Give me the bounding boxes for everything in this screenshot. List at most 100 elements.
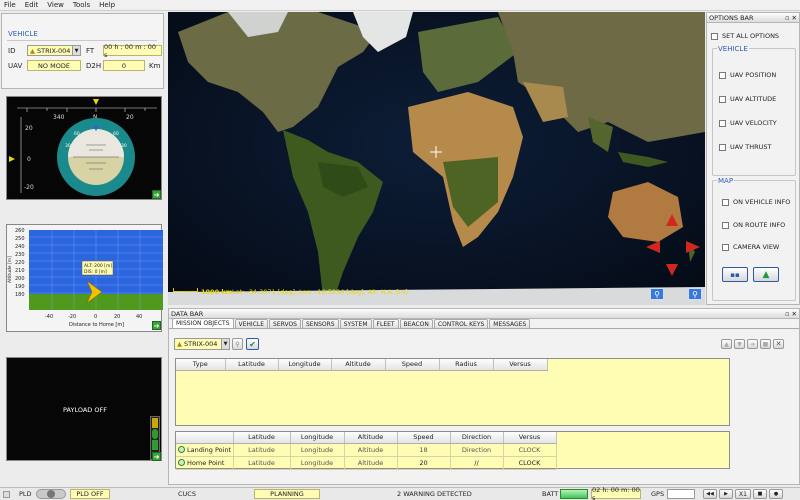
menu-help[interactable]: Help bbox=[99, 1, 115, 9]
column-header: Longitude bbox=[278, 359, 332, 371]
mission-vehicle-select[interactable]: ▲ STRIX-004 ▼ bbox=[174, 338, 230, 350]
table-row[interactable]: Landing Point Latitude Longitude Altitud… bbox=[176, 443, 729, 457]
vehicle-panel-title: VEHICLE bbox=[8, 30, 38, 38]
table-cell[interactable]: 20 bbox=[397, 456, 451, 470]
checkbox[interactable] bbox=[719, 119, 726, 127]
point-name: Landing Point bbox=[187, 445, 232, 454]
tab-fleet[interactable]: FLEET bbox=[372, 319, 399, 328]
table-cell[interactable]: CLOCK bbox=[503, 456, 557, 470]
tab-beacon[interactable]: BEACON bbox=[399, 319, 433, 328]
table-cell[interactable]: Longitude bbox=[290, 443, 345, 457]
menu-view[interactable]: View bbox=[47, 1, 64, 9]
pan-down-icon[interactable] bbox=[666, 264, 678, 276]
gps-label: GPS bbox=[651, 490, 665, 498]
tab-vehicle[interactable]: VEHICLE bbox=[234, 319, 269, 328]
option-label: UAV POSITION bbox=[730, 71, 777, 79]
close-icon[interactable]: ▫ ✕ bbox=[785, 14, 797, 22]
tab-system[interactable]: SYSTEM bbox=[339, 319, 372, 328]
delete-icon[interactable]: ■ bbox=[760, 339, 771, 349]
menu-edit[interactable]: Edit bbox=[25, 1, 39, 9]
speed-multiplier-button[interactable]: X1 bbox=[735, 489, 751, 499]
svg-text:60: 60 bbox=[74, 131, 80, 137]
payload-view: PAYLOAD OFF ➜ bbox=[6, 357, 162, 461]
data-bar-titlebar: DATA BAR ▫ ✕ bbox=[169, 309, 799, 319]
y-tick: 210 bbox=[15, 268, 25, 274]
move-up-icon[interactable]: ▲ bbox=[721, 339, 732, 349]
set-all-checkbox[interactable] bbox=[711, 32, 718, 40]
lock-icon: ⚲ bbox=[235, 340, 240, 348]
payload-ctrl-button[interactable] bbox=[152, 429, 158, 439]
checkbox[interactable] bbox=[719, 95, 726, 103]
menu-file[interactable]: File bbox=[4, 1, 16, 9]
tab-messages[interactable]: MESSAGES bbox=[489, 319, 531, 328]
payload-ctrl-button[interactable] bbox=[152, 440, 158, 450]
table-cell[interactable]: Latitude bbox=[233, 456, 291, 470]
option-on-vehicle-info[interactable]: ON VEHICLE INFO bbox=[722, 198, 790, 206]
table-cell[interactable]: Longitude bbox=[290, 456, 345, 470]
tab-sensors[interactable]: SENSORS bbox=[302, 319, 339, 328]
column-header: Longitude bbox=[290, 432, 345, 444]
record-icon[interactable]: ● bbox=[769, 489, 783, 499]
checkbox[interactable] bbox=[722, 243, 729, 251]
pld-toggle[interactable] bbox=[36, 489, 66, 499]
rewind-icon[interactable]: ◀◀ bbox=[703, 489, 717, 499]
tab-servos[interactable]: SERVOS bbox=[269, 319, 301, 328]
table-cell[interactable]: Altitude bbox=[344, 456, 398, 470]
warnings-label[interactable]: 2 WARNING DETECTED bbox=[397, 490, 472, 498]
chevron-down-icon: ▼ bbox=[72, 46, 80, 55]
x-tick: 20 bbox=[114, 314, 120, 320]
option-uav-position[interactable]: UAV POSITION bbox=[719, 71, 776, 79]
fit-view-button[interactable]: ▪▪ bbox=[722, 267, 748, 282]
column-header: Altitude bbox=[331, 359, 386, 371]
option-uav-altitude[interactable]: UAV ALTITUDE bbox=[719, 95, 776, 103]
checkbox[interactable] bbox=[722, 198, 729, 206]
clear-icon[interactable]: ✕ bbox=[773, 339, 784, 349]
table-cell[interactable]: Direction bbox=[450, 443, 504, 457]
table-row[interactable]: Home Point Latitude Longitude Altitude 2… bbox=[176, 456, 729, 470]
pan-left-icon[interactable] bbox=[646, 241, 660, 253]
map-group-title: MAP bbox=[717, 177, 735, 185]
zoom-icon[interactable]: ⚲ bbox=[688, 288, 702, 300]
expand-arrow-icon[interactable]: ➜ bbox=[152, 452, 161, 461]
expand-arrow-icon[interactable]: ➜ bbox=[152, 321, 161, 330]
move-down-icon[interactable]: ▼ bbox=[734, 339, 745, 349]
checkbox[interactable] bbox=[722, 221, 729, 229]
table-cell[interactable]: Latitude bbox=[233, 443, 291, 457]
table-cell[interactable]: 18 bbox=[397, 443, 451, 457]
checkbox[interactable] bbox=[719, 71, 726, 79]
payload-status: PAYLOAD OFF bbox=[63, 406, 107, 414]
x-tick: 0 bbox=[94, 314, 97, 320]
checkbox[interactable] bbox=[719, 143, 726, 151]
center-vehicle-button[interactable]: ▲ bbox=[753, 267, 779, 282]
table-header-row: Type Latitude Longitude Altitude Speed R… bbox=[176, 359, 729, 371]
stop-icon[interactable]: ■ bbox=[753, 489, 767, 499]
tab-mission-objects[interactable]: MISSION OBJECTS bbox=[172, 318, 234, 328]
confirm-button[interactable]: ✔ bbox=[246, 338, 259, 350]
insert-icon[interactable]: ➜ bbox=[747, 339, 758, 349]
option-uav-thrust[interactable]: UAV THRUST bbox=[719, 143, 772, 151]
point-name-cell: Landing Point bbox=[176, 443, 234, 457]
option-camera-view[interactable]: CAMERA VIEW bbox=[722, 243, 779, 251]
option-uav-velocity[interactable]: UAV VELOCITY bbox=[719, 119, 777, 127]
close-icon[interactable]: ▫ ✕ bbox=[785, 310, 797, 318]
play-icon[interactable]: ▶ bbox=[719, 489, 733, 499]
column-header: Type bbox=[176, 359, 226, 371]
table-cell[interactable]: Altitude bbox=[344, 443, 398, 457]
zoom-icon[interactable]: ⚲ bbox=[650, 288, 664, 300]
pan-up-icon[interactable] bbox=[666, 214, 678, 226]
pan-right-icon[interactable] bbox=[686, 241, 700, 253]
payload-ctrl-button[interactable] bbox=[152, 418, 158, 428]
lock-button[interactable]: ⚲ bbox=[232, 338, 243, 350]
set-all-options[interactable]: SET ALL OPTIONS bbox=[711, 32, 779, 40]
expand-arrow-icon[interactable]: ➜ bbox=[152, 190, 161, 199]
table-cell[interactable]: // bbox=[450, 456, 504, 470]
menu-tools[interactable]: Tools bbox=[73, 1, 90, 9]
battery-bar bbox=[560, 489, 588, 499]
table-filler bbox=[556, 443, 729, 456]
satellite-map[interactable]: 1000 km Lat: -34.3071 [deg], Lon: -16.52… bbox=[168, 12, 705, 305]
x-axis-label: Distance to Home [m] bbox=[69, 322, 124, 328]
tab-control-keys[interactable]: CONTROL KEYS bbox=[433, 319, 489, 328]
vehicle-id-select[interactable]: ▲ STRIX-004 ▼ bbox=[27, 45, 81, 56]
option-on-route-info[interactable]: ON ROUTE INFO bbox=[722, 221, 785, 229]
table-cell[interactable]: CLOCK bbox=[503, 443, 557, 457]
